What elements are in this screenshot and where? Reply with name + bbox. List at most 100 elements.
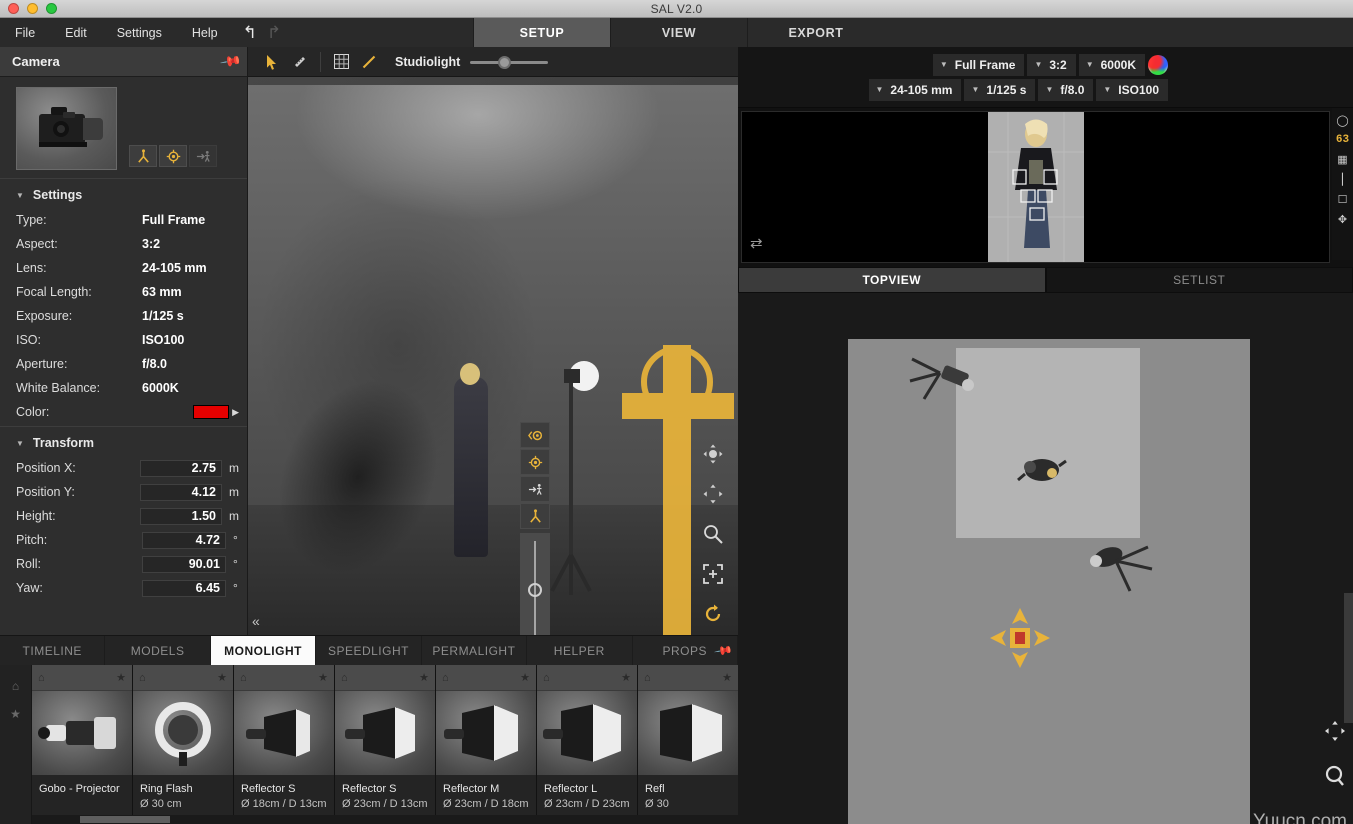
home-icon[interactable]: ⌂ xyxy=(240,672,247,684)
tab-helper[interactable]: HELPER xyxy=(527,636,633,665)
topview-model-marker[interactable] xyxy=(1016,449,1068,489)
home-icon[interactable]: ⌂ xyxy=(38,672,45,684)
undo-icon[interactable]: ↰ xyxy=(243,24,257,41)
tab-monolight[interactable]: MONOLIGHT xyxy=(210,636,317,665)
light-cone-icon[interactable] xyxy=(520,422,550,448)
star-icon[interactable]: ★ xyxy=(520,671,530,684)
move-to-subject-icon[interactable] xyxy=(520,476,550,502)
target-icon[interactable] xyxy=(520,449,550,475)
favorite-star-icon[interactable]: ★ xyxy=(10,707,21,721)
tab-setlist[interactable]: SETLIST xyxy=(1045,267,1353,293)
dropdown-lens[interactable]: ▼ 24-105 mm xyxy=(868,78,962,101)
color-picker[interactable]: ▶ xyxy=(193,405,239,419)
redo-icon[interactable]: ↱ xyxy=(267,24,281,41)
slider-knob[interactable] xyxy=(498,55,512,69)
dropdown-shutter[interactable]: ▼ 1/125 s xyxy=(964,78,1036,101)
collapse-left-icon[interactable]: « xyxy=(252,613,260,629)
menu-help[interactable]: Help xyxy=(177,18,233,47)
reset-view-icon[interactable] xyxy=(698,601,728,627)
tab-export[interactable]: EXPORT xyxy=(747,18,884,47)
input-position-x[interactable]: 2.75 xyxy=(139,459,222,477)
menu-settings[interactable]: Settings xyxy=(102,18,177,47)
studio-3d-viewport[interactable]: 63 « xyxy=(248,77,738,635)
orbit-icon[interactable] xyxy=(698,441,728,467)
star-icon[interactable]: ★ xyxy=(217,671,227,684)
studiolight-slider[interactable] xyxy=(470,52,549,72)
color-wheel-icon[interactable] xyxy=(1148,54,1168,75)
scrollbar-thumb[interactable] xyxy=(80,816,170,823)
tab-props[interactable]: PROPS 📌 xyxy=(633,636,738,665)
topview-camera-gizmo[interactable] xyxy=(988,606,1052,670)
tripod-icon[interactable] xyxy=(129,145,157,167)
zoom-icon[interactable] xyxy=(698,521,728,547)
camera-thumbnail[interactable] xyxy=(16,87,117,170)
cursor-icon[interactable] xyxy=(258,49,286,75)
star-icon[interactable]: ★ xyxy=(419,671,429,684)
asset-card[interactable]: ⌂ ★ Reflector L Ø 23cm / D 23cm xyxy=(537,665,638,824)
input-pitch[interactable]: 4.72 xyxy=(142,531,226,549)
fit-frame-icon[interactable] xyxy=(698,561,728,587)
tab-setup[interactable]: SETUP xyxy=(473,18,610,47)
home-icon[interactable]: ⌂ xyxy=(139,672,146,684)
zoom-icon[interactable] xyxy=(1323,764,1347,793)
tab-timeline[interactable]: TIMELINE xyxy=(0,636,106,665)
topview-scrollbar[interactable] xyxy=(1344,593,1353,723)
pan-icon[interactable]: ✥ xyxy=(1338,213,1347,226)
asset-card[interactable]: ⌂ ★ Reflector M Ø 23cm / D 18cm xyxy=(436,665,537,824)
dropdown-iso[interactable]: ▼ ISO100 xyxy=(1096,78,1168,101)
dropdown-white-balance[interactable]: ▼ 6000K xyxy=(1078,53,1145,76)
settings-section-header[interactable]: ▼ Settings xyxy=(0,185,247,208)
preview-frame[interactable] xyxy=(987,112,1084,262)
asset-card[interactable]: ⌂ ★ Gobo - Projector xyxy=(32,665,133,824)
input-height[interactable]: 1.50 xyxy=(139,507,222,525)
star-icon[interactable]: ★ xyxy=(318,671,328,684)
asset-card[interactable]: ⌂ ★ Refl Ø 30 xyxy=(638,665,738,824)
color-swatch[interactable] xyxy=(193,405,230,419)
star-icon[interactable]: ★ xyxy=(722,671,732,684)
home-icon[interactable]: ⌂ xyxy=(543,672,550,684)
asset-card[interactable]: ⌂ ★ Reflector S Ø 18cm / D 13cm xyxy=(234,665,335,824)
grid-icon[interactable]: ▦ xyxy=(1337,153,1347,166)
input-roll[interactable]: 90.01 xyxy=(142,555,226,573)
circle-icon[interactable]: ◯ xyxy=(1336,114,1348,127)
ruler-icon[interactable] xyxy=(286,49,314,75)
pin-icon[interactable]: 📌 xyxy=(218,50,242,74)
home-icon[interactable]: ⌂ xyxy=(12,679,19,693)
topview-canvas[interactable]: Yuucn.com xyxy=(738,293,1353,824)
topview-light-2[interactable] xyxy=(1086,539,1164,603)
dropdown-sensor-type[interactable]: ▼ Full Frame xyxy=(932,53,1025,76)
asset-strip-scrollbar[interactable] xyxy=(32,815,738,824)
topview-light-1[interactable] xyxy=(906,355,976,415)
home-icon[interactable]: ⌂ xyxy=(442,672,449,684)
line-icon[interactable] xyxy=(355,49,383,75)
tab-view[interactable]: VIEW xyxy=(610,18,747,47)
input-position-y[interactable]: 4.12 xyxy=(139,483,222,501)
tripod-icon[interactable] xyxy=(520,503,550,529)
tab-permalight[interactable]: PERMALIGHT xyxy=(422,636,528,665)
tab-topview[interactable]: TOPVIEW xyxy=(738,267,1046,293)
pin-icon[interactable]: 📌 xyxy=(713,640,734,660)
grid-icon[interactable] xyxy=(327,49,355,75)
star-icon[interactable]: ★ xyxy=(621,671,631,684)
slider-knob[interactable] xyxy=(528,583,542,597)
asset-card[interactable]: ⌂ ★ Ring Flash Ø 30 cm xyxy=(133,665,234,824)
target-icon[interactable] xyxy=(159,145,187,167)
dropdown-aperture[interactable]: ▼ f/8.0 xyxy=(1038,78,1094,101)
asset-card[interactable]: ⌂ ★ Reflector S Ø 23cm / D 13cm xyxy=(335,665,436,824)
star-icon[interactable]: ★ xyxy=(116,671,126,684)
menu-edit[interactable]: Edit xyxy=(50,18,102,47)
model-figure[interactable] xyxy=(454,377,488,557)
pan-icon[interactable] xyxy=(698,481,728,507)
swap-arrows-icon[interactable]: ⇄ xyxy=(750,234,763,252)
dropdown-aspect[interactable]: ▼ 3:2 xyxy=(1027,53,1076,76)
frame-icon[interactable]: ☐ xyxy=(1338,193,1348,206)
move-to-subject-icon[interactable] xyxy=(189,145,217,167)
tab-models[interactable]: MODELS xyxy=(105,636,211,665)
light-intensity-slider[interactable] xyxy=(520,533,550,635)
pan-icon[interactable] xyxy=(1323,719,1347,748)
menu-file[interactable]: File xyxy=(0,18,50,47)
home-icon[interactable]: ⌂ xyxy=(644,672,651,684)
camera-preview-filmstrip[interactable]: ⇄ xyxy=(741,111,1330,263)
input-yaw[interactable]: 6.45 xyxy=(142,579,226,597)
tab-speedlight[interactable]: SPEEDLIGHT xyxy=(316,636,422,665)
